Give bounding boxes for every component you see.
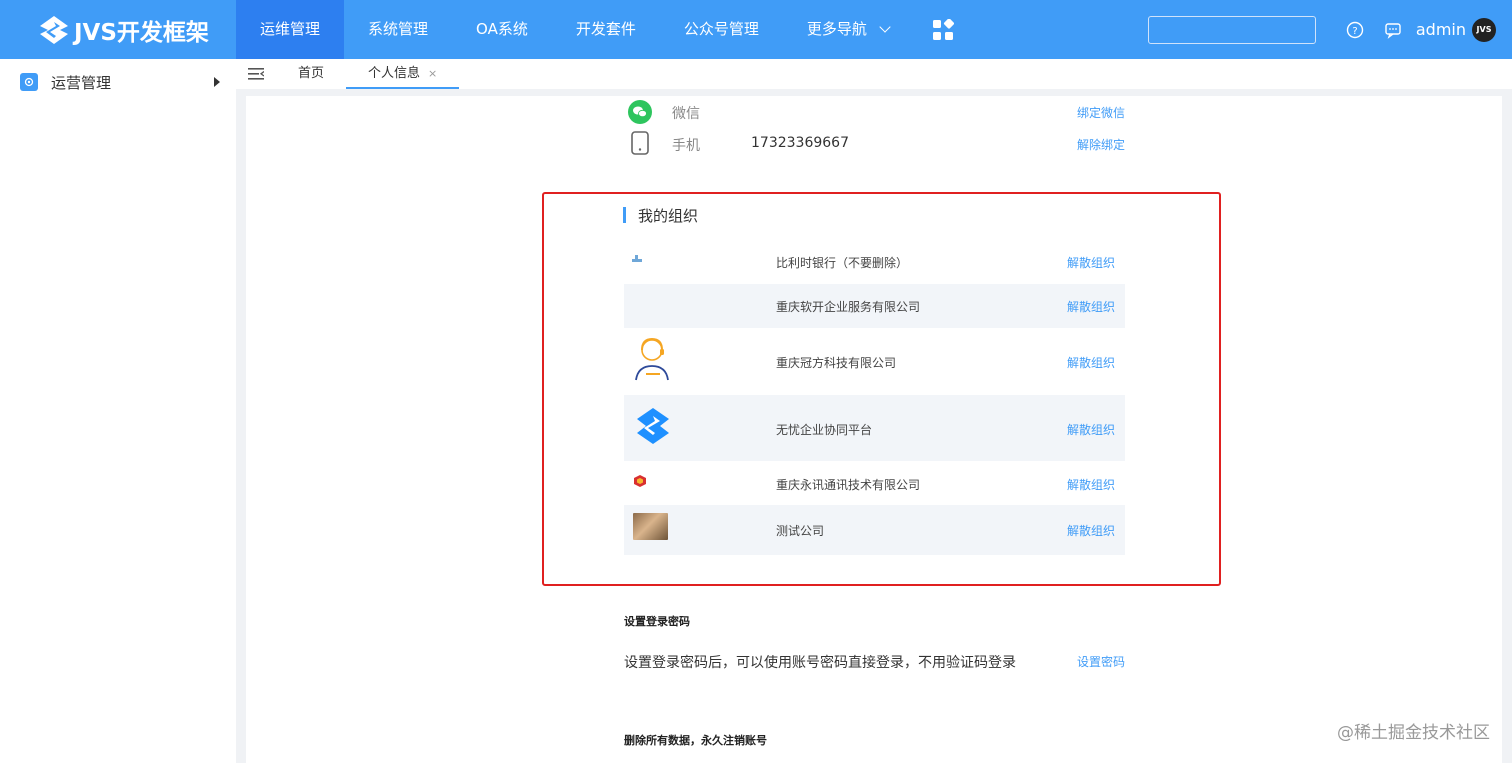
- sidebar: 运营管理: [0, 59, 236, 763]
- sidebar-item-label: 运营管理: [51, 73, 112, 92]
- app-logo[interactable]: JVS开发框架: [0, 0, 236, 59]
- tab-profile-label: 个人信息: [368, 66, 421, 81]
- message-icon[interactable]: [1374, 0, 1412, 59]
- close-icon[interactable]: ×: [428, 67, 437, 80]
- user-avatar[interactable]: JVS: [1472, 17, 1496, 42]
- nav-item-official-account[interactable]: 公众号管理: [660, 0, 783, 59]
- nav-item-oa[interactable]: OA系统: [452, 0, 552, 59]
- orgs-highlight-box: [542, 192, 1221, 586]
- caret-right-icon: [214, 77, 220, 87]
- help-icon[interactable]: ?: [1336, 0, 1374, 59]
- logo-icon: [40, 15, 68, 44]
- tab-profile[interactable]: 个人信息 ×: [346, 59, 460, 89]
- header-search-input[interactable]: [1147, 15, 1316, 44]
- nav-item-system[interactable]: 系统管理: [344, 0, 452, 59]
- user-name[interactable]: admin: [1416, 20, 1466, 39]
- bind-wechat-link[interactable]: 绑定微信: [1077, 104, 1125, 121]
- header-tools: ? admin JVS: [1147, 0, 1512, 59]
- top-navbar: JVS开发框架 运维管理 系统管理 OA系统 开发套件 公众号管理 更多导航 ?…: [0, 0, 1512, 59]
- unbind-phone-link[interactable]: 解除绑定: [1077, 136, 1125, 153]
- set-password-link[interactable]: 设置密码: [1077, 653, 1125, 670]
- phone-number: 17323369667: [751, 135, 849, 151]
- phone-icon: [631, 131, 649, 155]
- sidebar-item-operations[interactable]: 运营管理: [0, 59, 236, 105]
- apps-grid-icon[interactable]: [913, 0, 973, 59]
- delete-account-title: 删除所有数据，永久注销账号: [624, 734, 767, 747]
- chevron-down-icon: [879, 21, 891, 33]
- apps-icon-svg: [932, 18, 954, 40]
- phone-label: 手机: [672, 138, 700, 154]
- nav-item-ops[interactable]: 运维管理: [236, 0, 345, 59]
- nav-more-label: 更多导航: [806, 20, 867, 38]
- nav-item-devkit[interactable]: 开发套件: [552, 0, 660, 59]
- tab-bar: 首页 个人信息 ×: [236, 59, 1512, 89]
- logo-text: JVS开发框架: [74, 19, 209, 46]
- main-nav: 运维管理 系统管理 OA系统 开发套件 公众号管理 更多导航: [236, 0, 973, 59]
- gear-icon: [20, 73, 38, 91]
- menu-toggle-icon[interactable]: [236, 59, 276, 89]
- nav-more-menu[interactable]: 更多导航: [783, 0, 913, 59]
- watermark-text: @稀土掘金技术社区: [1337, 723, 1490, 743]
- password-description: 设置登录密码后，可以使用账号密码直接登录，不用验证码登录: [624, 655, 1016, 671]
- tab-home[interactable]: 首页: [276, 59, 346, 89]
- password-section-title: 设置登录密码: [624, 615, 690, 628]
- svg-text:?: ?: [1352, 26, 1357, 37]
- wechat-icon: [628, 100, 652, 124]
- wechat-label: 微信: [672, 106, 700, 122]
